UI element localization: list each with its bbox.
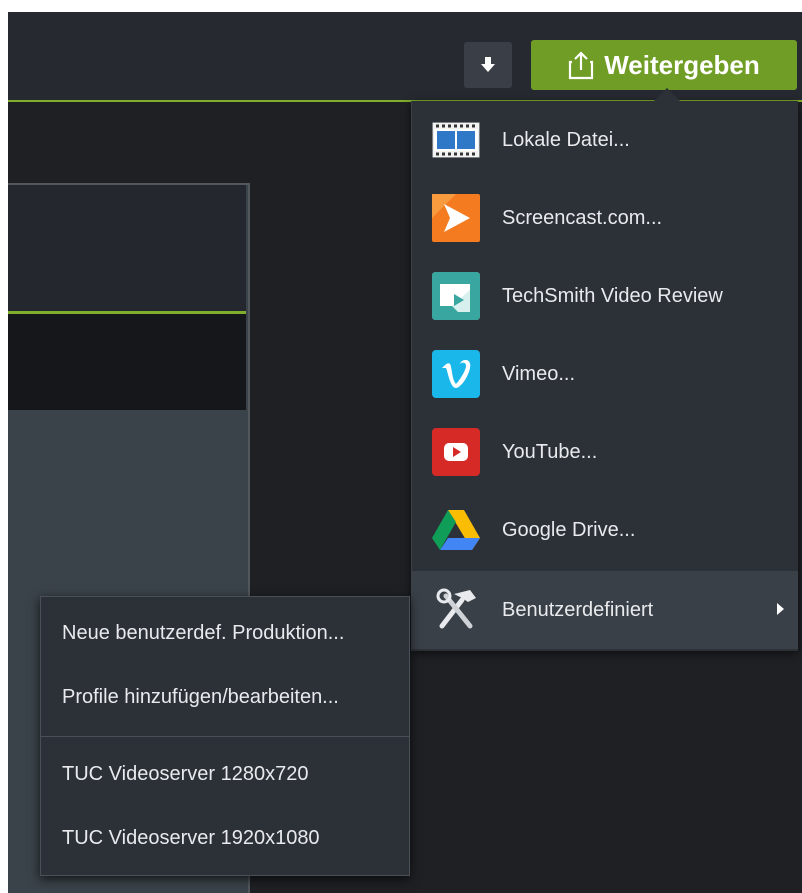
tools-icon (432, 586, 480, 634)
submenu-item-label: TUC Videoserver 1280x720 (62, 762, 309, 785)
menu-item-screencast[interactable]: Screencast.com... (412, 179, 798, 257)
menu-item-local-file[interactable]: Lokale Datei... (412, 101, 798, 179)
techsmith-video-review-icon (432, 272, 480, 320)
menu-item-techsmith-video-review[interactable]: TechSmith Video Review (412, 257, 798, 335)
menu-item-label: Vimeo... (502, 362, 575, 385)
vimeo-icon (432, 350, 480, 398)
custom-production-submenu: Neue benutzerdef. Produktion... Profile … (40, 596, 410, 876)
menu-item-label: Benutzerdefiniert (502, 598, 654, 621)
menu-pointer (653, 88, 681, 102)
camtasia-editor-window: Weitergeben Lokale Datei... Screencast.c… (8, 12, 802, 893)
submenu-item-tuc-1280x720[interactable]: TUC Videoserver 1280x720 (41, 742, 409, 806)
top-toolbar: Weitergeben (8, 12, 802, 102)
menu-item-label: Screencast.com... (502, 206, 663, 229)
menu-item-label: Lokale Datei... (502, 128, 630, 151)
submenu-item-tuc-1920x1080[interactable]: TUC Videoserver 1920x1080 (41, 806, 409, 870)
share-dropdown-menu: Lokale Datei... Screencast.com... TechSm… (411, 101, 798, 651)
submenu-item-edit-profiles[interactable]: Profile hinzufügen/bearbeiten... (41, 665, 409, 729)
menu-item-label: TechSmith Video Review (502, 284, 723, 307)
submenu-item-new-custom-production[interactable]: Neue benutzerdef. Produktion... (41, 601, 409, 665)
canvas-header-area (8, 185, 246, 311)
screencast-icon (432, 194, 480, 242)
submenu-item-label: TUC Videoserver 1920x1080 (62, 826, 320, 849)
chevron-right-icon (777, 603, 784, 615)
menu-item-custom[interactable]: Benutzerdefiniert (412, 571, 798, 649)
submenu-divider (41, 736, 409, 737)
menu-item-vimeo[interactable]: Vimeo... (412, 335, 798, 413)
download-button[interactable] (464, 42, 512, 88)
menu-item-google-drive[interactable]: Google Drive... (412, 491, 798, 569)
submenu-item-label: Profile hinzufügen/bearbeiten... (62, 685, 339, 708)
share-upload-icon (569, 51, 594, 80)
youtube-icon (432, 428, 480, 476)
menu-item-youtube[interactable]: YouTube... (412, 413, 798, 491)
film-strip-icon (432, 116, 480, 164)
arrow-down-icon (481, 57, 495, 72)
share-button-label: Weitergeben (604, 49, 760, 80)
share-button[interactable]: Weitergeben (531, 40, 797, 90)
google-drive-icon (432, 506, 480, 554)
submenu-item-label: Neue benutzerdef. Produktion... (62, 621, 345, 644)
menu-item-label: YouTube... (502, 440, 598, 463)
canvas-dark-band (8, 314, 246, 410)
menu-item-label: Google Drive... (502, 518, 636, 541)
